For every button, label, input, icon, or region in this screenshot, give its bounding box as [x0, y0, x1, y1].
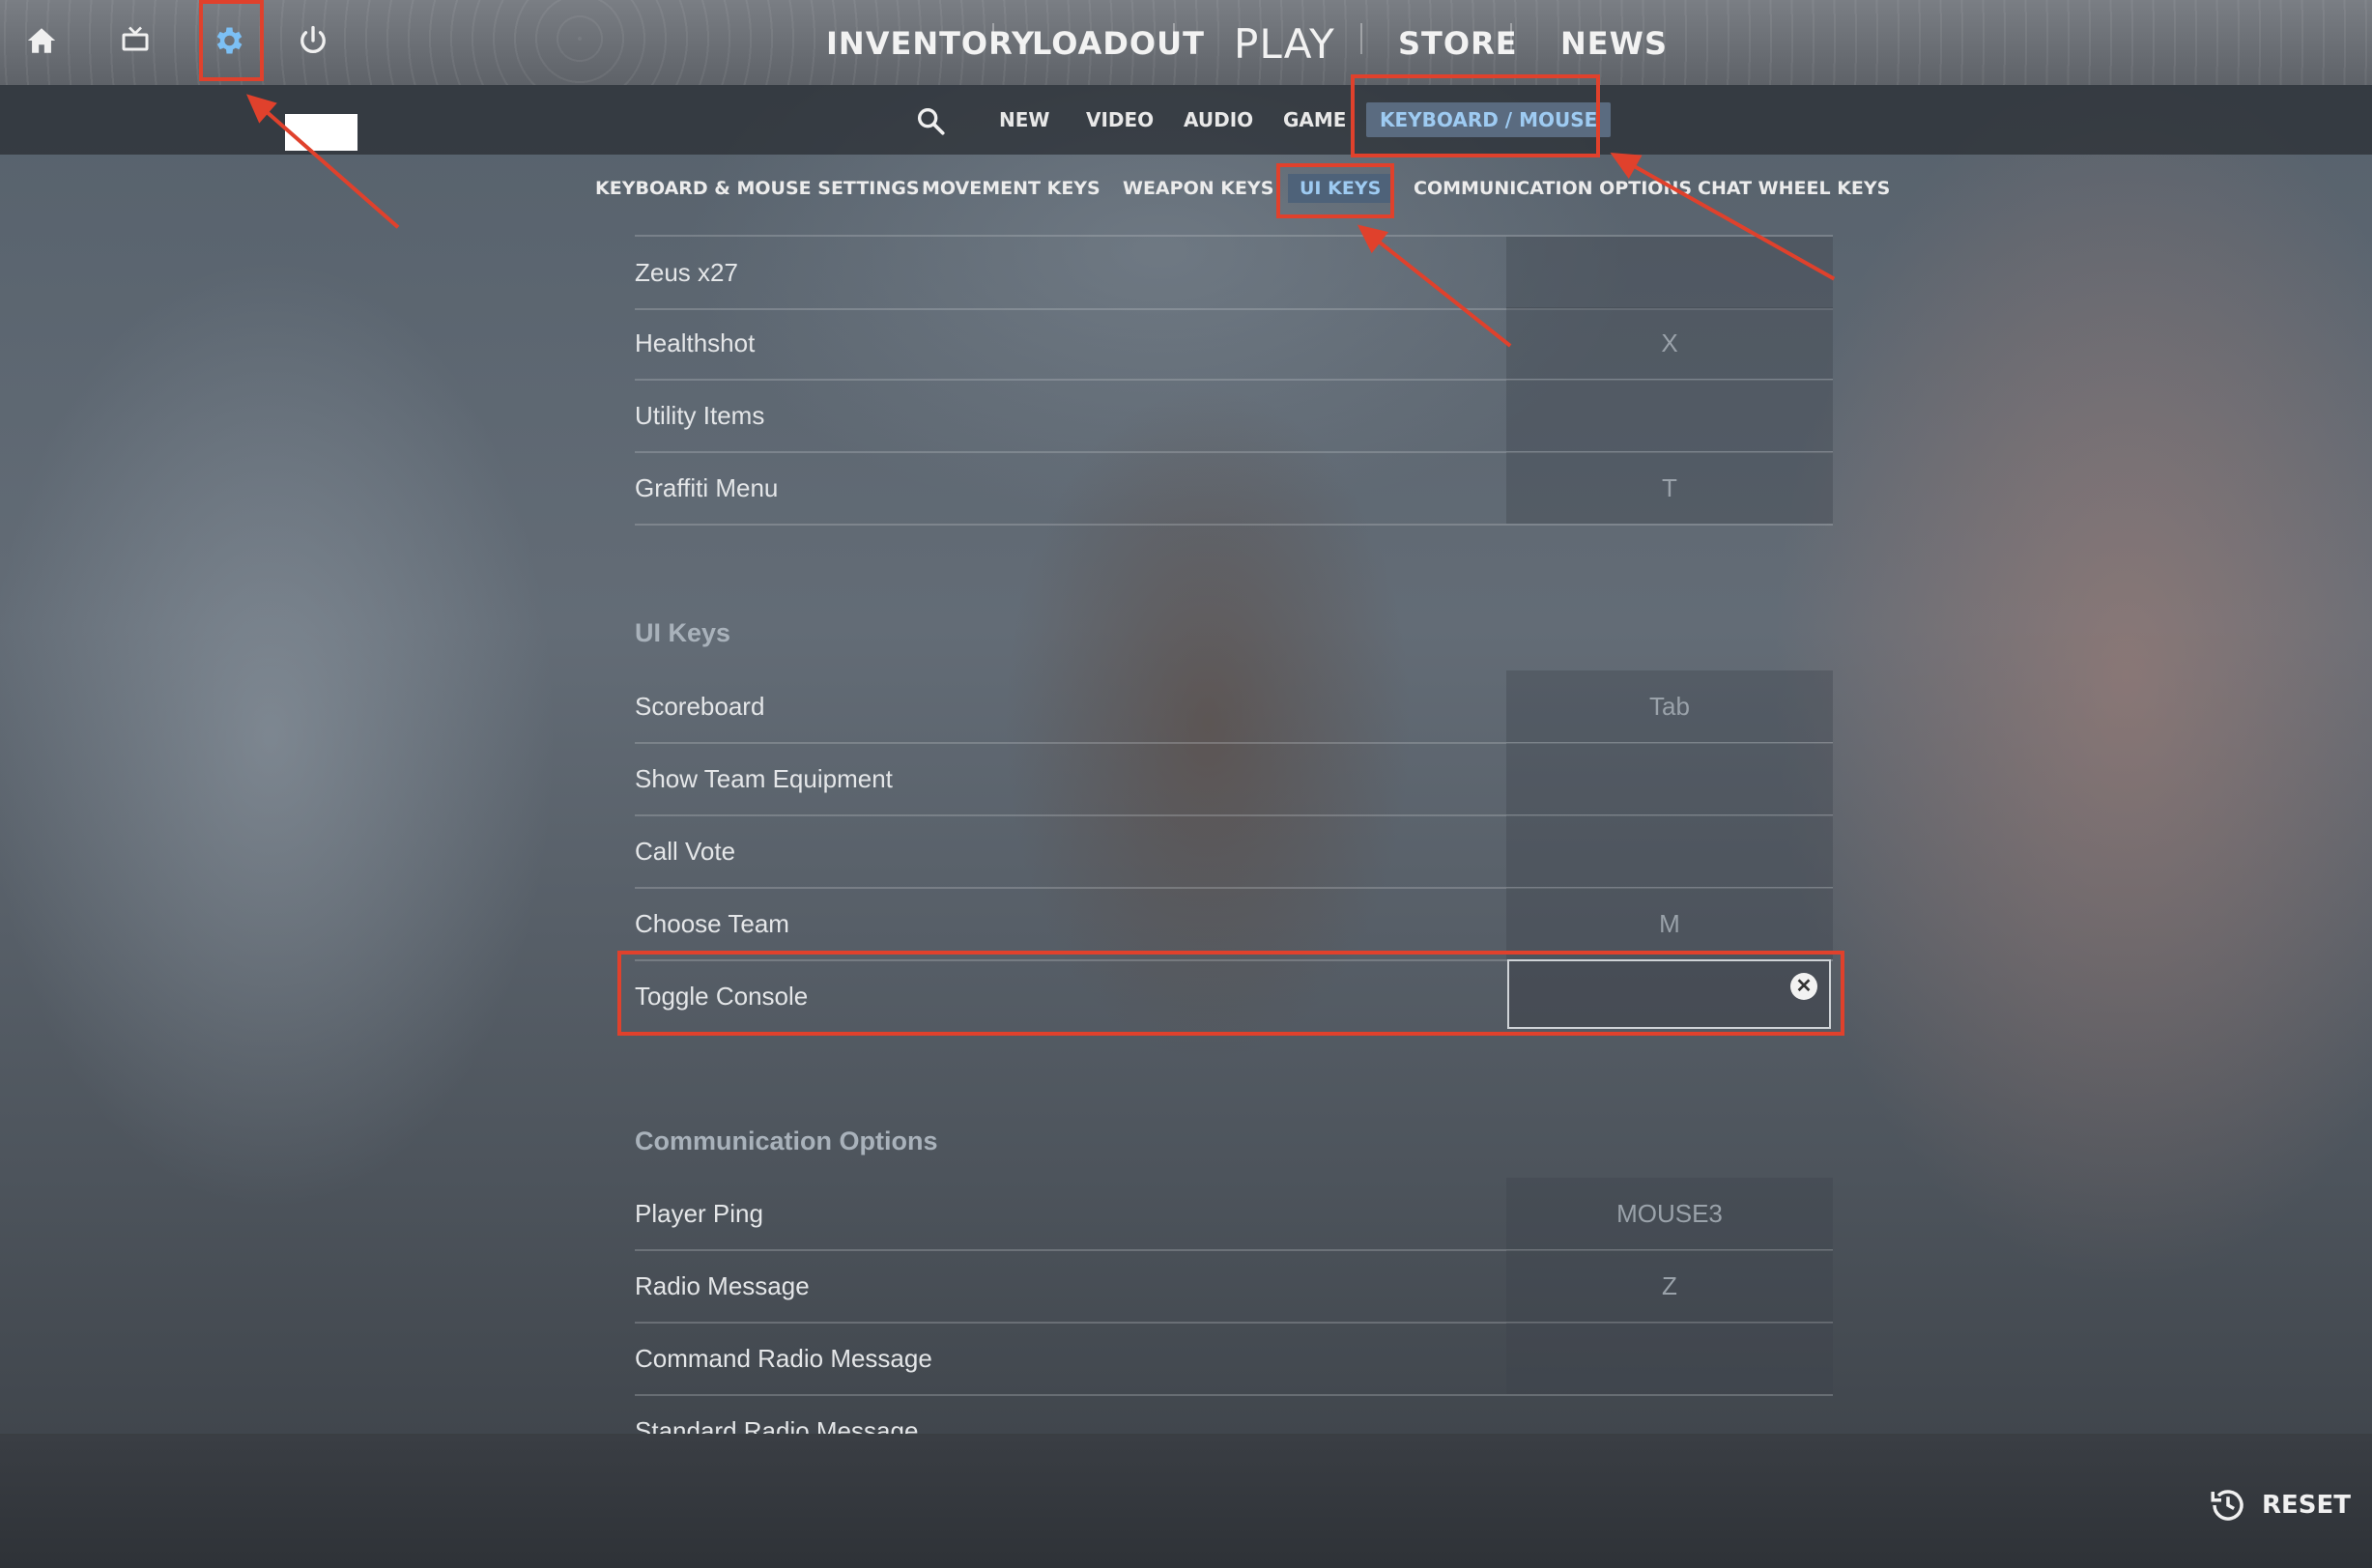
section-title-ui-keys: UI Keys [635, 618, 731, 647]
reset-button[interactable]: RESET [2208, 1485, 2351, 1525]
nav-loadout[interactable]: LOADOUT [1032, 10, 1205, 77]
keybind-label: Radio Message [635, 1271, 810, 1300]
subtab-weapon-keys[interactable]: WEAPON KEYS [1123, 174, 1273, 203]
keybind-row[interactable]: Zeus x27 [635, 235, 1833, 310]
keybind-row[interactable]: Graffiti Menu T [635, 452, 1833, 526]
annotation-box-ui-keys [1276, 163, 1394, 218]
nav-separator [992, 23, 994, 54]
keybind-row[interactable]: Show Team Equipment [635, 743, 1833, 816]
keybind-label: Utility Items [635, 401, 765, 430]
search-icon [917, 107, 945, 135]
nav-inventory[interactable]: INVENTORY [826, 10, 1035, 77]
section-title-communication-options: Communication Options [635, 1126, 938, 1155]
keybind-label: Player Ping [635, 1199, 763, 1228]
keybind-label: Show Team Equipment [635, 764, 893, 793]
keybind-value[interactable]: M [1506, 888, 1833, 959]
tv-icon [122, 26, 149, 51]
subtab-communication-options[interactable]: COMMUNICATION OPTIONS [1414, 174, 1692, 203]
home-icon [27, 28, 56, 53]
nav-separator [1510, 23, 1512, 54]
keybind-row[interactable]: Radio Message Z [635, 1250, 1833, 1324]
tab-video[interactable]: VIDEO [1086, 102, 1154, 137]
keybind-label: Scoreboard [635, 692, 765, 721]
annotation-box-settings [199, 0, 264, 81]
home-button[interactable] [14, 14, 69, 68]
history-icon [2211, 1490, 2243, 1521]
keybind-value[interactable]: Tab [1506, 670, 1833, 742]
keybind-value[interactable] [1506, 380, 1833, 451]
tab-game[interactable]: GAME [1283, 102, 1346, 137]
keybind-value[interactable]: X [1506, 307, 1833, 379]
watch-button[interactable] [108, 14, 162, 68]
keybind-label: Call Vote [635, 837, 736, 866]
subtab-chat-wheel-keys[interactable]: CHAT WHEEL KEYS [1698, 174, 1890, 203]
keybind-label: Command Radio Message [635, 1344, 932, 1373]
bottom-bar [0, 1434, 2372, 1568]
keybind-label: Graffiti Menu [635, 473, 779, 502]
nav-news[interactable]: NEWS [1560, 10, 1668, 77]
nav-separator [1360, 23, 1362, 54]
white-patch [285, 114, 357, 151]
power-button[interactable] [286, 14, 340, 68]
subtab-movement-keys[interactable]: MOVEMENT KEYS [922, 174, 1100, 203]
keybind-label: Zeus x27 [635, 258, 738, 287]
keybind-value[interactable]: T [1506, 452, 1833, 524]
power-icon [300, 25, 326, 54]
keybind-value[interactable]: MOUSE3 [1506, 1178, 1833, 1249]
search-button[interactable] [903, 94, 957, 148]
annotation-box-toggle-console [617, 951, 1844, 1036]
reset-label: RESET [2261, 1491, 2351, 1520]
keybind-value[interactable]: Z [1506, 1250, 1833, 1322]
nav-play[interactable]: PLAY [1234, 10, 1335, 77]
keybind-row[interactable]: Utility Items [635, 380, 1833, 453]
keybind-label: Healthshot [635, 328, 756, 357]
keybind-row[interactable]: Command Radio Message [635, 1323, 1833, 1396]
nav-store[interactable]: STORE [1398, 10, 1518, 77]
tab-new[interactable]: NEW [999, 102, 1049, 137]
keybind-value[interactable] [1506, 743, 1833, 814]
keybind-value[interactable] [1506, 815, 1833, 887]
annotation-box-keyboard-mouse [1351, 74, 1600, 157]
keybind-row[interactable]: Call Vote [635, 815, 1833, 889]
keybind-row[interactable]: Scoreboard Tab [635, 670, 1833, 744]
keybind-label: Choose Team [635, 909, 789, 938]
nav-separator [1173, 23, 1175, 54]
tab-audio[interactable]: AUDIO [1184, 102, 1253, 137]
subtab-keyboard-mouse-settings[interactable]: KEYBOARD & MOUSE SETTINGS [595, 174, 920, 203]
keybind-row[interactable]: Player Ping MOUSE3 [635, 1178, 1833, 1251]
keybind-row[interactable]: Healthshot X [635, 307, 1833, 381]
keybind-value[interactable] [1506, 1323, 1833, 1394]
